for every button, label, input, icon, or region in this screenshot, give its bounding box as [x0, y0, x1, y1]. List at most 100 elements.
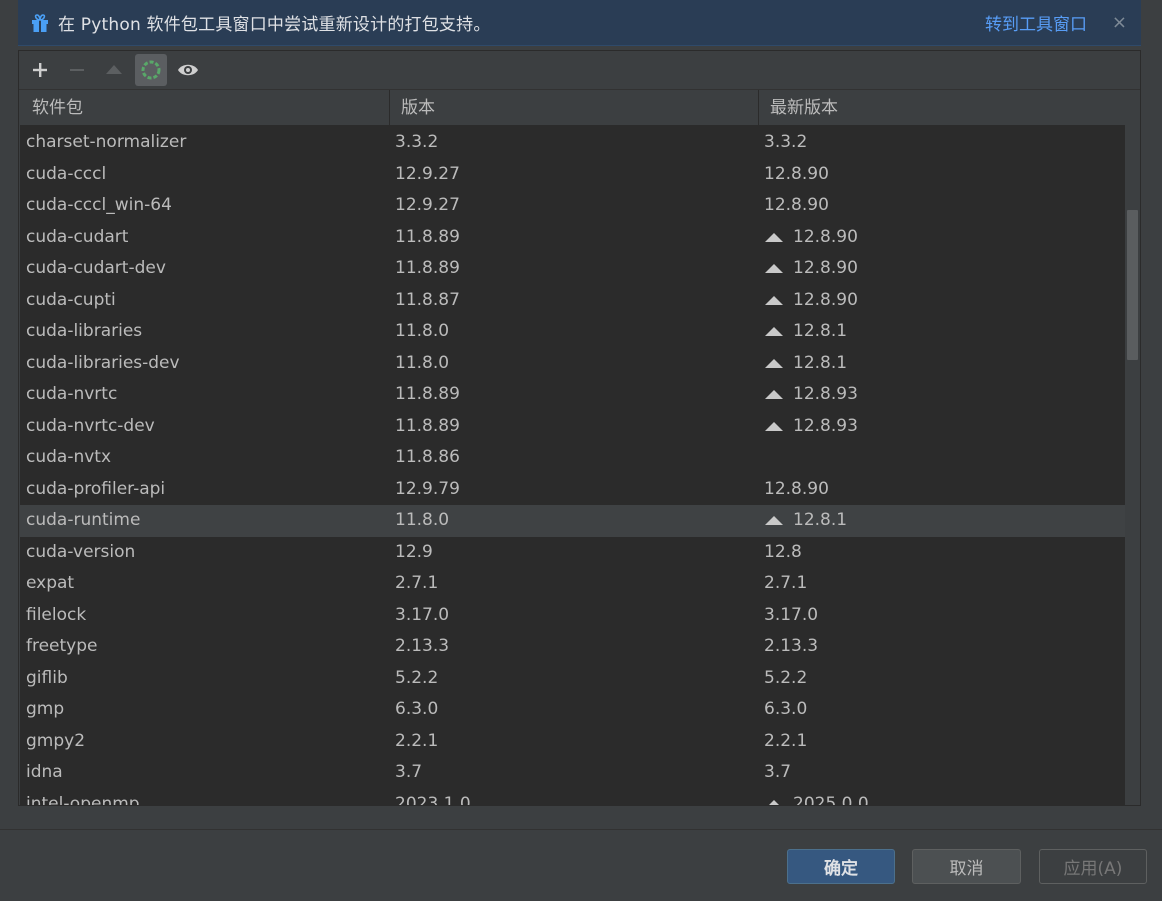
latest-version-cell: 6.3.0 — [759, 694, 1125, 726]
column-header-latest-version[interactable]: 最新版本 — [759, 90, 1125, 126]
version-cell: 11.8.89 — [395, 415, 460, 436]
table-header: 软件包 版本 最新版本 — [20, 90, 1125, 126]
latest-version-text: 12.8.90 — [793, 258, 858, 278]
gift-icon — [32, 13, 48, 32]
table-row[interactable]: cuda-nvrtc 11.8.89 12.8.93 — [20, 379, 1125, 411]
version-cell: 11.8.89 — [395, 226, 460, 247]
latest-version-cell: 3.17.0 — [759, 600, 1125, 632]
table-row[interactable]: idna 3.7 3.7 — [20, 757, 1125, 789]
banner-message: 在 Python 软件包工具窗口中尝试重新设计的打包支持。 — [58, 15, 491, 35]
add-icon — [33, 63, 47, 77]
table-row[interactable]: cuda-libraries 11.8.0 12.8.1 — [20, 316, 1125, 348]
table-row[interactable]: cuda-cupti 11.8.87 12.8.90 — [20, 285, 1125, 317]
table-row[interactable]: expat 2.7.1 2.7.1 — [20, 568, 1125, 600]
latest-version-cell: 12.8.90 — [759, 222, 1125, 254]
version-cell: 11.8.0 — [395, 321, 450, 341]
latest-version-text: 6.3.0 — [764, 699, 808, 719]
table-row[interactable]: gmp 6.3.0 6.3.0 — [20, 694, 1125, 726]
latest-version-text: 12.8.93 — [793, 415, 858, 436]
latest-version-cell: 12.8.90 — [759, 474, 1125, 506]
latest-version-cell: 2.13.3 — [759, 631, 1125, 663]
close-icon[interactable]: × — [1112, 12, 1127, 33]
table-row[interactable]: cuda-cudart-dev 11.8.89 12.8.90 — [20, 253, 1125, 285]
table-row[interactable]: cuda-cccl 12.9.27 12.8.90 — [20, 159, 1125, 191]
table-row[interactable]: cuda-profiler-api 12.9.79 12.8.90 — [20, 474, 1125, 506]
latest-version-cell — [759, 442, 1125, 474]
version-cell: 2023.1.0 — [395, 793, 471, 806]
latest-version-cell: 12.8.90 — [759, 285, 1125, 317]
latest-version-cell: 2.2.1 — [759, 726, 1125, 758]
ok-button[interactable]: 确定 — [787, 849, 895, 884]
latest-version-text: 2.7.1 — [764, 573, 808, 593]
version-cell: 2.7.1 — [395, 573, 439, 593]
apply-button[interactable]: 应用(A) — [1039, 849, 1147, 884]
package-name-cell: cuda-runtime — [26, 510, 141, 530]
package-name-cell: charset-normalizer — [26, 132, 187, 152]
upgrade-available-icon — [765, 799, 783, 805]
table-row[interactable]: gmpy2 2.2.1 2.2.1 — [20, 726, 1125, 758]
package-name-cell: cuda-cccl_win-64 — [26, 195, 172, 215]
upgrade-available-icon — [765, 295, 783, 305]
package-name-cell: cuda-cudart-dev — [26, 258, 166, 278]
upgrade-available-icon — [765, 358, 783, 368]
package-name-cell: cuda-cccl — [26, 163, 107, 184]
table-row[interactable]: giflib 5.2.2 5.2.2 — [20, 663, 1125, 695]
package-name-cell: cuda-cupti — [26, 289, 116, 310]
latest-version-text: 3.17.0 — [764, 604, 819, 625]
table-row[interactable]: freetype 2.13.3 2.13.3 — [20, 631, 1125, 663]
table-row[interactable]: cuda-cccl_win-64 12.9.27 12.8.90 — [20, 190, 1125, 222]
latest-version-text: 12.8 — [764, 541, 802, 562]
version-cell: 11.8.89 — [395, 258, 460, 278]
package-name-cell: filelock — [26, 604, 87, 625]
table-row[interactable]: charset-normalizer 3.3.2 3.3.2 — [20, 127, 1125, 159]
package-name-cell: cuda-nvtx — [26, 447, 112, 467]
latest-version-cell: 12.8.90 — [759, 190, 1125, 222]
version-cell: 2.13.3 — [395, 636, 450, 656]
refresh-button[interactable] — [135, 54, 167, 86]
version-cell: 11.8.0 — [395, 510, 450, 530]
remove-package-button[interactable] — [61, 54, 93, 86]
latest-version-text: 12.8.90 — [764, 163, 829, 184]
packages-panel: 软件包 版本 最新版本 charset-normalizer 3.3.2 3.3.2… — [18, 50, 1141, 806]
upgrade-available-icon — [765, 232, 783, 242]
upgrade-available-icon — [765, 264, 783, 274]
version-cell: 3.3.2 — [395, 132, 439, 152]
package-name-cell: cuda-libraries — [26, 321, 143, 341]
show-early-releases-button[interactable] — [172, 54, 204, 86]
package-name-cell: cuda-cudart — [26, 226, 129, 247]
toolbar — [19, 51, 1140, 90]
latest-version-cell: 3.7 — [759, 757, 1125, 789]
latest-version-cell: 12.8.93 — [759, 411, 1125, 443]
table-row[interactable]: cuda-runtime 11.8.0 12.8.1 — [20, 505, 1125, 537]
table-row[interactable]: cuda-libraries-dev 11.8.0 12.8.1 — [20, 348, 1125, 380]
scrollbar-thumb[interactable] — [1127, 210, 1138, 360]
refresh-spinner-icon — [141, 60, 161, 80]
package-name-cell: cuda-libraries-dev — [26, 352, 180, 373]
table-row[interactable]: cuda-version 12.9 12.8 — [20, 537, 1125, 569]
latest-version-text: 12.8.90 — [764, 195, 829, 215]
table-row[interactable]: cuda-cudart 11.8.89 12.8.90 — [20, 222, 1125, 254]
column-header-version[interactable]: 版本 — [390, 90, 759, 126]
upgrade-package-button[interactable] — [98, 54, 130, 86]
go-to-tool-window-link[interactable]: 转到工具窗口 — [985, 10, 1087, 35]
eye-icon — [178, 64, 198, 76]
version-cell: 3.17.0 — [395, 604, 450, 625]
latest-version-text: 12.8.90 — [764, 478, 829, 499]
version-cell: 12.9.27 — [395, 163, 460, 184]
version-cell: 12.9.79 — [395, 478, 460, 499]
latest-version-text: 5.2.2 — [764, 667, 808, 688]
table-row[interactable]: intel-openmp 2023.1.0 2025.0.0 — [20, 789, 1125, 806]
latest-version-cell: 12.8.90 — [759, 253, 1125, 285]
table-row[interactable]: cuda-nvrtc-dev 11.8.89 12.8.93 — [20, 411, 1125, 443]
cancel-button[interactable]: 取消 — [912, 849, 1021, 884]
add-package-button[interactable] — [24, 54, 56, 86]
column-header-package[interactable]: 软件包 — [20, 90, 390, 126]
version-cell: 3.7 — [395, 762, 423, 782]
version-cell: 11.8.0 — [395, 352, 450, 373]
latest-version-text: 2.13.3 — [764, 636, 819, 656]
version-cell: 11.8.86 — [395, 447, 460, 467]
version-cell: 12.9 — [395, 541, 433, 562]
vertical-scrollbar[interactable] — [1125, 90, 1140, 805]
table-row[interactable]: filelock 3.17.0 3.17.0 — [20, 600, 1125, 632]
table-row[interactable]: cuda-nvtx 11.8.86 — [20, 442, 1125, 474]
